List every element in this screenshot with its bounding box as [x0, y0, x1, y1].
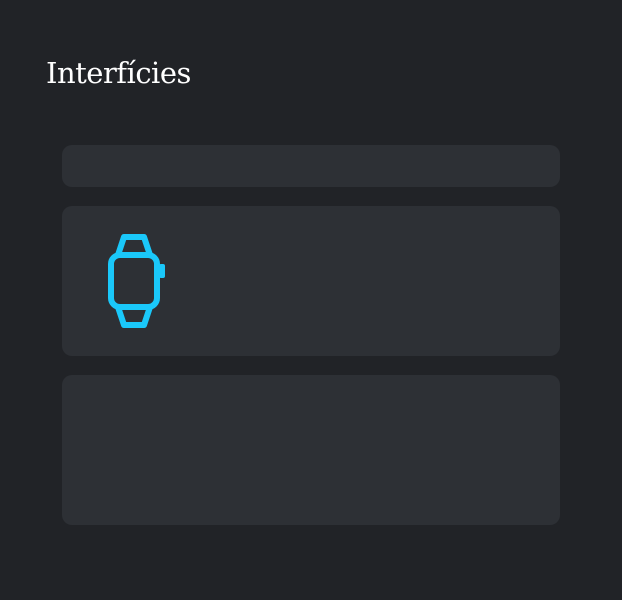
smartwatch-icon: [106, 233, 168, 329]
interface-card-3[interactable]: [62, 375, 560, 525]
interface-card-smartwatch[interactable]: [62, 206, 560, 356]
interface-card-1[interactable]: [62, 145, 560, 187]
page-title: Interfícies: [46, 56, 191, 90]
